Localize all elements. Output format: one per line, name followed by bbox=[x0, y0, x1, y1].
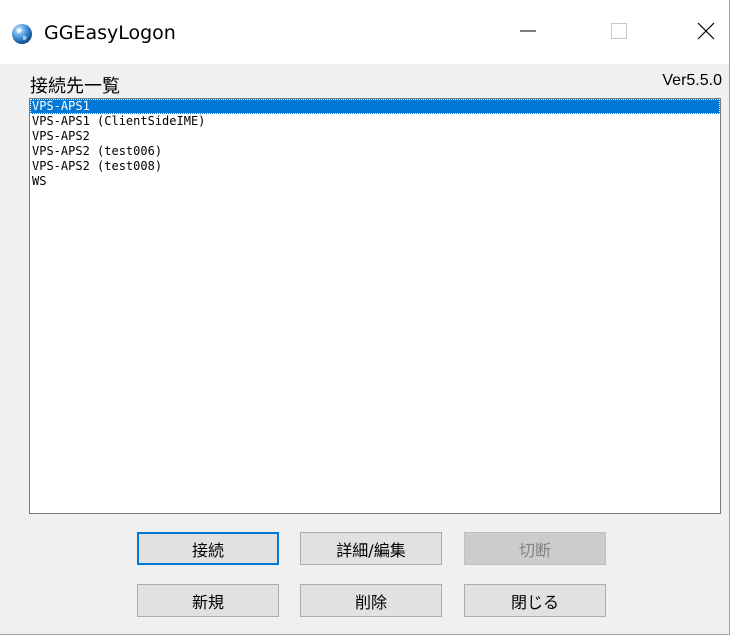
version-label: Ver5.5.0 bbox=[662, 72, 722, 89]
globe-icon bbox=[11, 23, 33, 45]
close-icon bbox=[696, 21, 716, 45]
connection-list[interactable]: VPS-APS1 VPS-APS1 (ClientSideIME) VPS-AP… bbox=[29, 98, 721, 514]
delete-button[interactable]: 削除 bbox=[300, 584, 442, 617]
app-window: GGEasyLogon 接続先一覧 Ver5.5.0 VPS-APS1 VPS-… bbox=[0, 0, 730, 635]
close-window-button[interactable] bbox=[683, 10, 729, 56]
connection-list-heading: 接続先一覧 bbox=[30, 76, 120, 97]
minimize-icon bbox=[518, 21, 538, 45]
list-item[interactable]: VPS-APS2 (test006) bbox=[30, 144, 720, 159]
maximize-icon bbox=[609, 21, 629, 45]
new-button[interactable]: 新規 bbox=[137, 584, 279, 617]
list-item[interactable]: VPS-APS1 bbox=[30, 99, 720, 114]
connect-button[interactable]: 接続 bbox=[137, 532, 279, 565]
close-button[interactable]: 閉じる bbox=[464, 584, 606, 617]
list-item[interactable]: WS bbox=[30, 174, 720, 189]
window-title: GGEasyLogon bbox=[44, 22, 176, 44]
list-item[interactable]: VPS-APS2 bbox=[30, 129, 720, 144]
list-item[interactable]: VPS-APS1 (ClientSideIME) bbox=[30, 114, 720, 129]
minimize-button[interactable] bbox=[505, 10, 551, 56]
list-item[interactable]: VPS-APS2 (test008) bbox=[30, 159, 720, 174]
maximize-button[interactable] bbox=[596, 10, 642, 56]
disconnect-button: 切断 bbox=[464, 532, 606, 565]
details-edit-button[interactable]: 詳細/編集 bbox=[300, 532, 442, 565]
title-bar[interactable]: GGEasyLogon bbox=[0, 0, 729, 64]
